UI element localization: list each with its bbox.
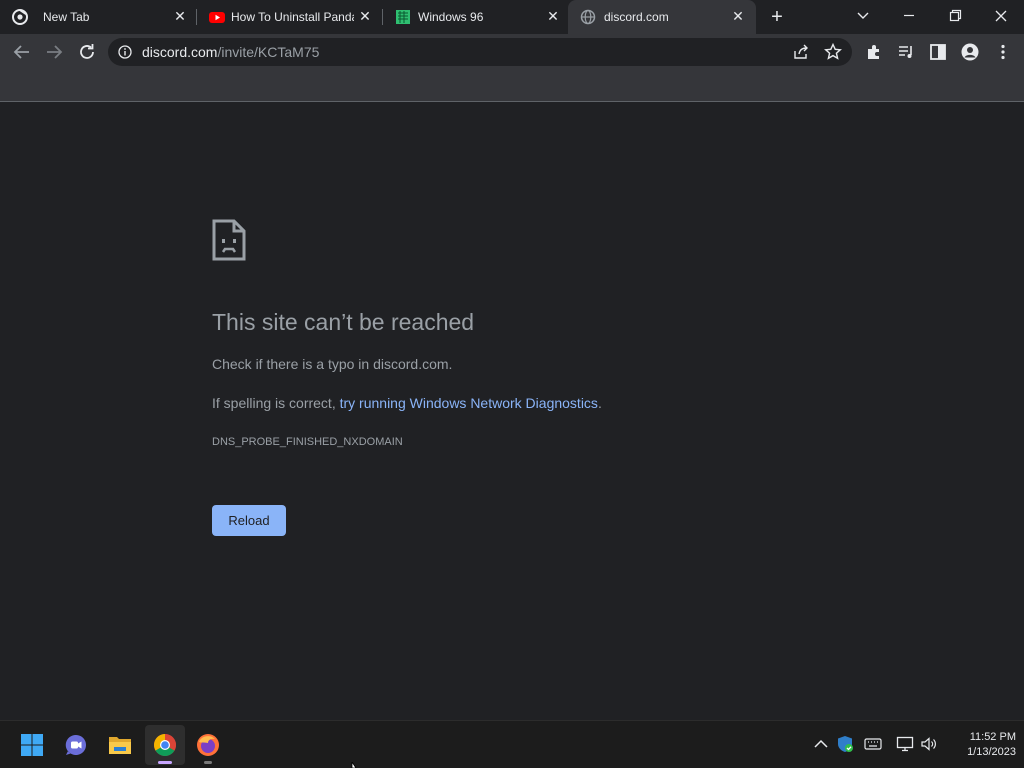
running-app-indicator (204, 761, 212, 764)
tab-search-icon[interactable] (849, 4, 877, 28)
network-icon[interactable] (896, 735, 914, 753)
error-code: DNS_PROBE_FINISHED_NXDOMAIN (212, 436, 403, 448)
url-host: discord.com (142, 44, 218, 60)
close-tab-icon[interactable]: ✕ (172, 8, 188, 24)
error-suggestion-typo: Check if there is a typo in discord.com. (212, 356, 453, 372)
menu-kebab-icon[interactable] (993, 42, 1013, 62)
address-bar[interactable]: discord.com/invite/KCTaM75 (108, 38, 852, 66)
teams-chat-icon (65, 734, 86, 755)
volume-icon[interactable] (920, 735, 938, 753)
share-icon[interactable] (791, 42, 811, 62)
error-suggestion-diagnostics: If spelling is correct, try running Wind… (212, 395, 602, 411)
taskbar-clock[interactable]: 11:52 PM 1/13/2023 (940, 730, 1016, 760)
taskbar: 11:52 PM 1/13/2023 (0, 720, 1024, 768)
url-path: /invite/KCTaM75 (217, 44, 320, 60)
chrome-icon (12, 9, 28, 25)
reload-button[interactable]: Reload (212, 505, 286, 536)
file-explorer-button[interactable] (100, 725, 140, 765)
reload-icon[interactable] (75, 40, 99, 64)
back-icon[interactable] (10, 40, 34, 64)
tab-title: How To Uninstall Panda (231, 10, 354, 24)
extensions-icon[interactable] (864, 42, 884, 62)
tab-discord[interactable]: discord.com ✕ (568, 0, 756, 34)
network-diagnostics-link[interactable]: try running Windows Network Diagnostics (340, 395, 598, 411)
clock-time: 11:52 PM (969, 731, 1016, 743)
firefox-icon (197, 734, 219, 756)
error-title: This site can’t be reached (212, 309, 475, 335)
bookmarks-bar (0, 70, 1024, 102)
chrome-taskbar-button[interactable] (145, 725, 185, 765)
media-control-icon[interactable] (896, 42, 916, 62)
windows96-icon (396, 10, 410, 24)
chrome-icon (154, 734, 176, 756)
start-button[interactable] (12, 725, 52, 765)
show-hidden-icons-icon[interactable] (812, 735, 830, 753)
tab-title: New Tab (43, 10, 90, 24)
teams-chat-button[interactable] (56, 725, 96, 765)
firefox-button[interactable] (188, 725, 228, 765)
tab-windows96[interactable]: Windows 96 ✕ (383, 0, 568, 34)
profile-icon[interactable] (960, 42, 980, 62)
file-explorer-icon (109, 737, 131, 754)
tab-new-tab[interactable]: New Tab ✕ (0, 0, 196, 34)
restore-icon[interactable] (941, 4, 969, 28)
tab-title: discord.com (604, 10, 669, 24)
tab-title: Windows 96 (418, 10, 484, 24)
browser-toolbar: discord.com/invite/KCTaM75 (0, 34, 1024, 70)
close-tab-icon[interactable]: ✕ (357, 8, 373, 24)
close-window-icon[interactable] (987, 4, 1015, 28)
start-icon (21, 734, 43, 756)
side-panel-icon[interactable] (928, 42, 948, 62)
youtube-icon (209, 12, 225, 23)
tab-strip: New Tab ✕ How To Uninstall Panda ✕ Windo… (0, 0, 1024, 34)
error-page: This site can’t be reached Check if ther… (0, 103, 1024, 720)
globe-icon (580, 9, 596, 25)
active-app-indicator (158, 761, 172, 764)
minimize-icon[interactable] (895, 4, 923, 28)
clock-date: 1/13/2023 (967, 746, 1016, 758)
close-tab-icon[interactable]: ✕ (545, 8, 561, 24)
new-tab-button[interactable]: + (766, 6, 788, 28)
sad-page-icon (212, 219, 246, 261)
forward-icon[interactable] (42, 40, 66, 64)
url-text[interactable]: discord.com/invite/KCTaM75 (142, 44, 319, 60)
tab-youtube[interactable]: How To Uninstall Panda ✕ (197, 0, 382, 34)
keyboard-icon[interactable] (864, 735, 882, 753)
diagnostics-prefix: If spelling is correct, (212, 395, 340, 411)
diagnostics-suffix: . (597, 395, 602, 411)
mouse-cursor-icon (351, 762, 357, 768)
site-info-icon[interactable] (118, 45, 132, 59)
close-tab-icon[interactable]: ✕ (730, 8, 746, 24)
bookmark-star-icon[interactable] (823, 42, 843, 62)
security-shield-icon[interactable] (836, 735, 854, 753)
